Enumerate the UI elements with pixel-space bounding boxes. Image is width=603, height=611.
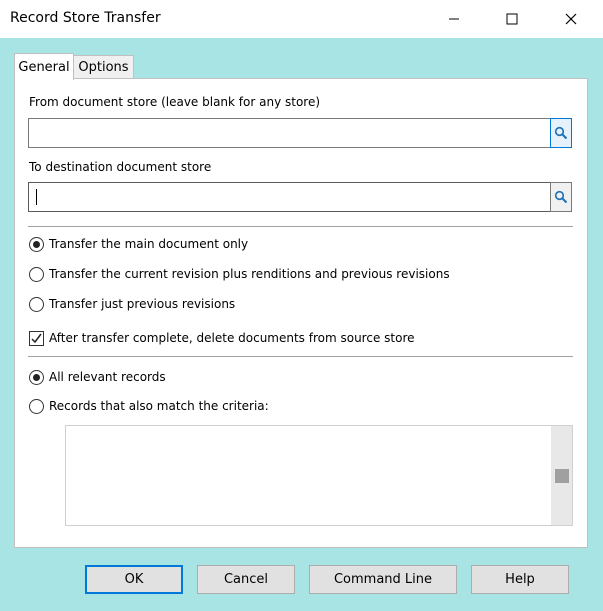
close-button[interactable] xyxy=(548,0,594,38)
delete-after-label[interactable]: After transfer complete, delete document… xyxy=(49,331,415,345)
tab-general[interactable]: General xyxy=(14,53,74,80)
from-store-input[interactable] xyxy=(28,118,551,148)
all-records-radio[interactable] xyxy=(29,370,44,385)
window-title: Record Store Transfer xyxy=(10,10,161,26)
transfer-previous-revisions-label[interactable]: Transfer just previous revisions xyxy=(49,297,235,311)
command-line-button[interactable]: Command Line xyxy=(309,565,457,594)
ok-button[interactable]: OK xyxy=(85,565,183,594)
transfer-revision-renditions-label[interactable]: Transfer the current revision plus rendi… xyxy=(49,267,450,281)
criteria-scrollbar[interactable] xyxy=(551,426,572,525)
maximize-button[interactable] xyxy=(489,0,535,38)
cancel-button[interactable]: Cancel xyxy=(197,565,295,594)
scrollbar-thumb[interactable] xyxy=(555,469,569,483)
text-caret xyxy=(36,189,37,205)
close-icon xyxy=(565,13,577,25)
help-button[interactable]: Help xyxy=(471,565,569,594)
transfer-revision-renditions-radio[interactable] xyxy=(29,267,44,282)
divider xyxy=(28,226,573,227)
transfer-previous-revisions-radio[interactable] xyxy=(29,297,44,312)
matching-criteria-label[interactable]: Records that also match the criteria: xyxy=(49,399,269,413)
delete-after-checkbox[interactable] xyxy=(29,331,44,346)
criteria-textarea[interactable] xyxy=(65,425,573,526)
from-store-browse-button[interactable] xyxy=(550,118,572,148)
transfer-main-only-radio[interactable] xyxy=(29,237,44,252)
minimize-button[interactable] xyxy=(431,0,477,38)
all-records-label[interactable]: All relevant records xyxy=(49,370,166,384)
title-bar: Record Store Transfer xyxy=(0,0,603,38)
from-store-label: From document store (leave blank for any… xyxy=(29,95,321,109)
minimize-icon xyxy=(449,18,459,20)
general-panel: From document store (leave blank for any… xyxy=(14,78,588,548)
checkmark-icon xyxy=(31,333,42,344)
tab-options[interactable]: Options xyxy=(74,55,134,79)
maximize-icon xyxy=(506,13,518,25)
matching-criteria-radio[interactable] xyxy=(29,399,44,414)
search-icon xyxy=(554,190,568,204)
to-store-label: To destination document store xyxy=(29,160,212,174)
transfer-main-only-label[interactable]: Transfer the main document only xyxy=(49,237,248,251)
to-store-browse-button[interactable] xyxy=(550,182,572,212)
search-icon xyxy=(554,126,568,140)
divider xyxy=(28,356,573,357)
to-store-input[interactable] xyxy=(28,182,551,212)
